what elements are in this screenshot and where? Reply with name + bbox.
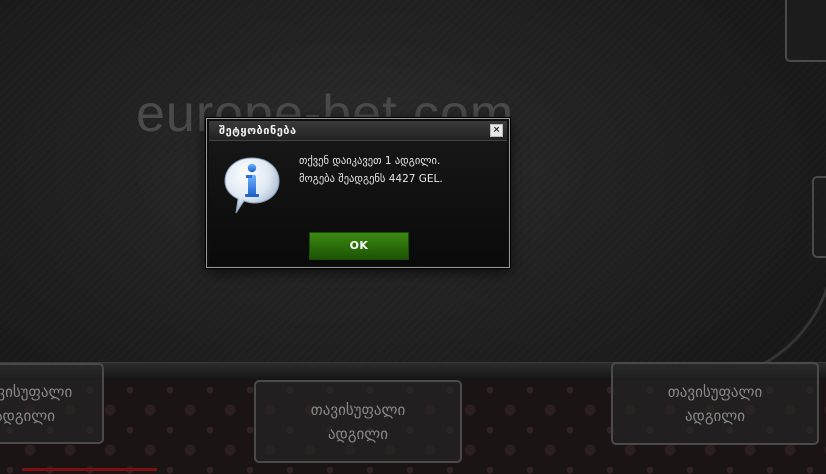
- seat-label-line2: ადგილი: [0, 406, 56, 425]
- seat-label-line2: ადგილი: [684, 406, 746, 425]
- empty-seat-middle[interactable]: თავისუფალი ადგილი: [254, 380, 462, 463]
- dialog-titlebar[interactable]: შეტყობინება ×: [209, 121, 507, 141]
- red-status-strip: [22, 468, 157, 471]
- seat-label-line1: თავისუფალი: [310, 400, 406, 419]
- empty-seat-left[interactable]: თავისუფალი ადგილი: [0, 363, 104, 444]
- empty-seat-right[interactable]: თავისუფალი ადგილი: [611, 362, 819, 445]
- seat-right-partial[interactable]: [812, 176, 826, 258]
- info-speech-bubble-icon: [224, 157, 280, 214]
- seat-top-right-partial[interactable]: [785, 0, 826, 62]
- seat-label-line2: ადგილი: [327, 424, 389, 443]
- dialog-body: თქვენ დაიკავეთ 1 ადგილი. მოგება შეადგენს…: [209, 141, 507, 265]
- ok-button[interactable]: OK: [309, 232, 409, 260]
- message-line-1: თქვენ დაიკავეთ 1 ადგილი.: [299, 155, 441, 167]
- dialog-message: თქვენ დაიკავეთ 1 ადგილი. მოგება შეადგენს…: [299, 152, 443, 188]
- message-line-2: მოგება შეადგენს 4427 GEL.: [299, 173, 443, 185]
- message-dialog: შეტყობინება × თქვენ დაიკავეთ 1 ადგილი. მ…: [206, 118, 510, 268]
- close-icon[interactable]: ×: [490, 124, 503, 137]
- seat-label-line1: თავისუფალი: [0, 382, 73, 401]
- dialog-title: შეტყობინება: [219, 124, 297, 137]
- poker-table-screen: europe-bet.com თავისუფალი ადგილი თავისუფ…: [0, 0, 826, 474]
- seat-label-line1: თავისუფალი: [667, 382, 763, 401]
